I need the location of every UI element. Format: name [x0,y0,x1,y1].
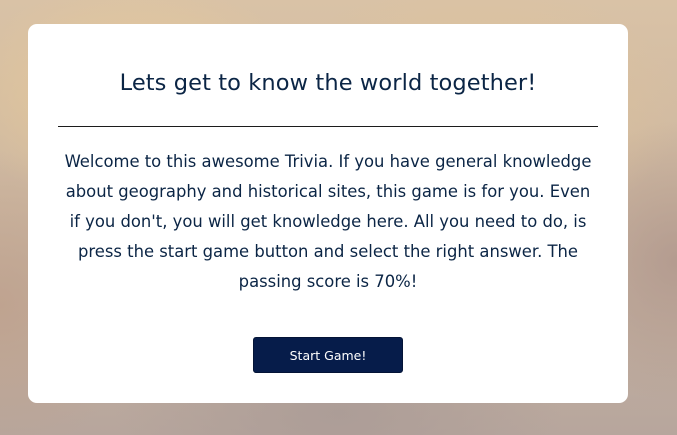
page-title: Lets get to know the world together! [119,70,537,96]
title-divider [58,126,598,127]
start-game-button[interactable]: Start Game! [253,337,403,373]
welcome-card: Lets get to know the world together! Wel… [28,24,628,403]
intro-text: Welcome to this awesome Trivia. If you h… [64,152,592,291]
